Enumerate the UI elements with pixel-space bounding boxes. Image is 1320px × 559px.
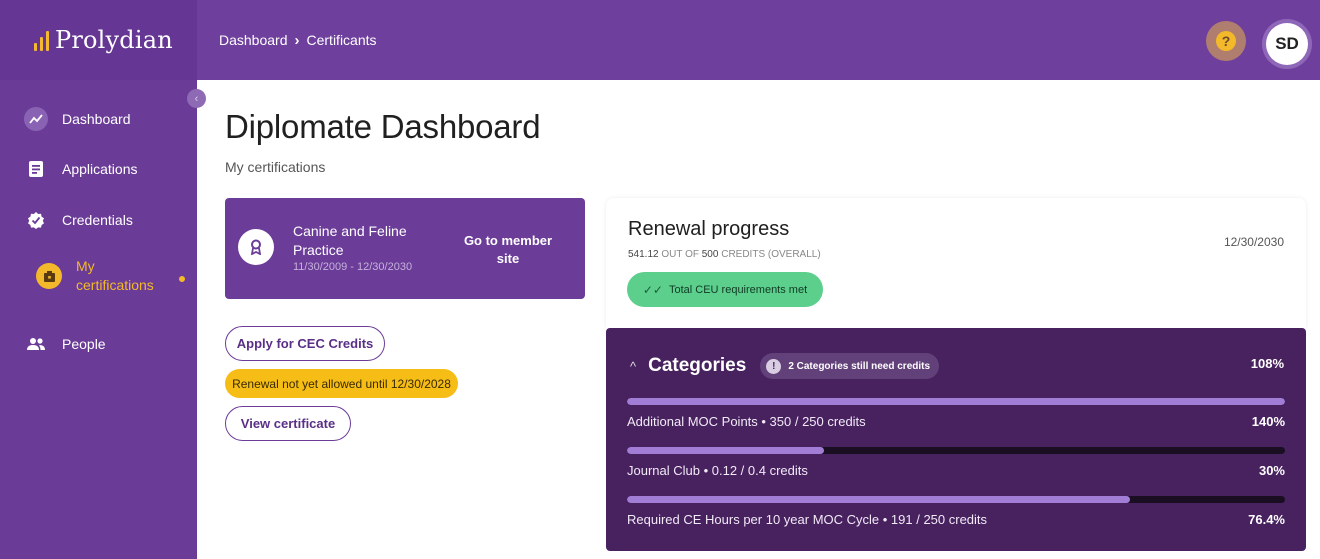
- page-subtitle: My certifications: [225, 159, 326, 175]
- sidebar-item-label: Credentials: [62, 212, 133, 228]
- chevron-right-icon: ›: [294, 31, 300, 49]
- category-label: Journal Club • 0.12 / 0.4 credits: [627, 463, 808, 478]
- categories-title: Categories: [648, 355, 747, 376]
- category-percent: 76.4%: [1248, 512, 1285, 527]
- sidebar-item-credentials[interactable]: Credentials: [24, 208, 133, 232]
- breadcrumb: Dashboard › Certificants: [219, 0, 377, 80]
- ceu-status-text: Total CEU requirements met: [668, 283, 808, 296]
- categories-panel: ^ Categories ! 2 Categories still need c…: [606, 328, 1306, 551]
- sidebar-item-applications[interactable]: Applications: [24, 157, 138, 181]
- credits-suffix: CREDITS (OVERALL): [718, 249, 821, 260]
- people-icon: [24, 332, 48, 356]
- ceu-status-badge: ✓✓ Total CEU requirements met: [627, 272, 823, 307]
- sidebar-item-people[interactable]: People: [24, 332, 106, 356]
- help-button[interactable]: ?: [1206, 21, 1246, 61]
- certification-dates: 11/30/2009 - 12/30/2030: [293, 261, 413, 273]
- progress-bar-fill: [627, 398, 1285, 405]
- category-label: Required CE Hours per 10 year MOC Cycle …: [627, 512, 988, 527]
- verified-badge-icon: [24, 208, 48, 232]
- brand-logo[interactable]: Prolydian: [0, 0, 197, 80]
- award-icon: [238, 229, 274, 265]
- credits-required: 500: [701, 249, 719, 260]
- question-icon: ?: [1216, 31, 1236, 51]
- collapse-sidebar-icon[interactable]: ‹: [187, 89, 206, 108]
- active-indicator-dot: [179, 276, 185, 282]
- category-percent: 140%: [1251, 414, 1285, 429]
- page-title: Diplomate Dashboard: [225, 108, 541, 145]
- credits-mid: OUT OF: [658, 249, 702, 260]
- breadcrumb-dashboard[interactable]: Dashboard: [219, 32, 288, 48]
- brand-name: Prolydian: [55, 26, 173, 54]
- avatar[interactable]: SD: [1266, 23, 1308, 65]
- category-label: Additional MOC Points • 350 / 250 credit…: [627, 414, 866, 429]
- categories-need-credits-badge: ! 2 Categories still need credits: [760, 353, 940, 379]
- sidebar: [0, 80, 197, 559]
- credits-earned: 541.12: [628, 249, 659, 260]
- trending-up-icon: [24, 107, 48, 131]
- sidebar-item-label: Dashboard: [62, 111, 131, 127]
- top-bar: [0, 0, 1320, 80]
- sidebar-item-dashboard[interactable]: Dashboard: [24, 107, 131, 131]
- sidebar-item-label: My certifications: [76, 258, 154, 293]
- exclamation-icon: !: [766, 358, 782, 374]
- category-percent: 30%: [1258, 463, 1285, 478]
- renewal-notice-badge: Renewal not yet allowed until 12/30/2028: [225, 369, 458, 398]
- sidebar-item-label: Applications: [62, 161, 138, 177]
- breadcrumb-certificants: Certificants: [306, 32, 377, 48]
- progress-bar: [627, 447, 1285, 454]
- sidebar-item-my-certifications[interactable]: My certifications: [36, 257, 158, 295]
- view-certificate-button[interactable]: View certificate: [225, 406, 351, 441]
- progress-bar-fill: [627, 496, 1130, 503]
- renewal-credits: 541.12 OUT OF 500 CREDITS (OVERALL): [628, 249, 821, 260]
- certificate-icon: [36, 263, 62, 289]
- certification-card: Canine and Feline Practice 11/30/2009 - …: [225, 198, 585, 299]
- sidebar-item-label: People: [62, 336, 106, 352]
- double-check-icon: ✓✓: [642, 282, 663, 297]
- renewal-progress-panel: Renewal progress 541.12 OUT OF 500 CREDI…: [606, 198, 1306, 328]
- progress-bar: [627, 496, 1285, 503]
- categories-need-credits-text: 2 Categories still need credits: [788, 360, 931, 372]
- chevron-up-icon[interactable]: ^: [630, 359, 636, 374]
- categories-header[interactable]: ^ Categories ! 2 Categories still need c…: [630, 353, 940, 379]
- go-to-member-site-link[interactable]: Go to member site: [461, 232, 555, 268]
- renewal-date: 12/30/2030: [1223, 235, 1284, 249]
- categories-total-percent: 108%: [1250, 356, 1284, 371]
- document-icon: [24, 157, 48, 181]
- brand-mark-icon: [34, 29, 49, 51]
- renewal-title: Renewal progress: [628, 218, 790, 240]
- progress-bar: [627, 398, 1285, 405]
- certification-name: Canine and Feline Practice: [293, 223, 407, 258]
- apply-cec-credits-button[interactable]: Apply for CEC Credits: [225, 326, 385, 361]
- progress-bar-fill: [627, 447, 825, 454]
